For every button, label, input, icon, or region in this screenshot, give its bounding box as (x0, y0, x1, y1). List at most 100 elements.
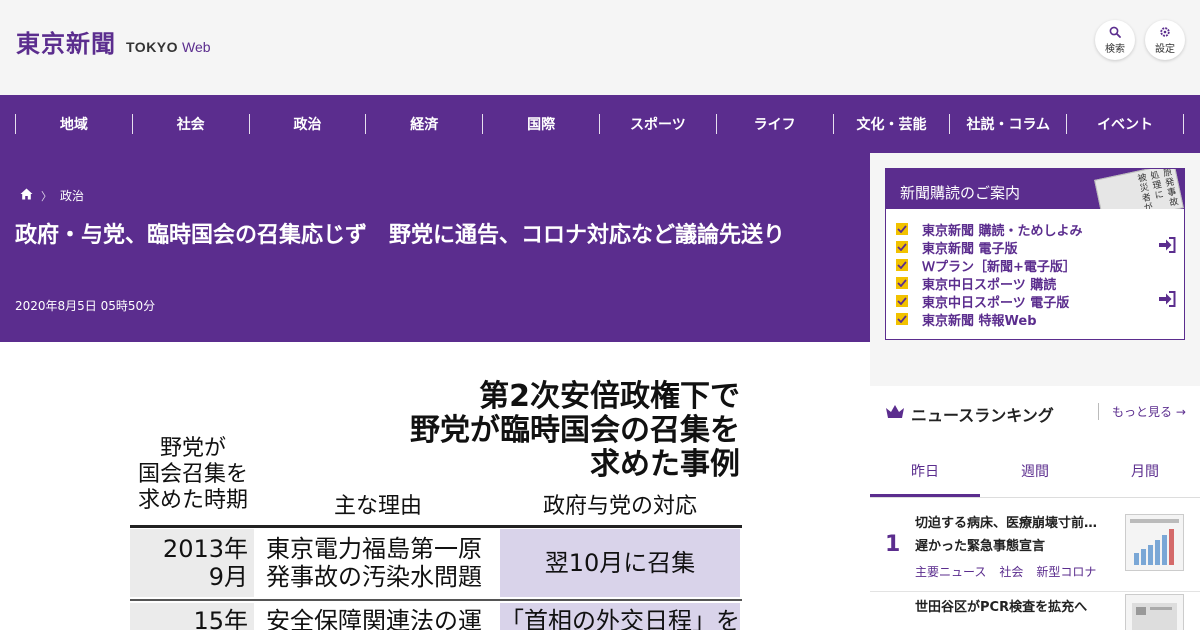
subscription-item[interactable]: 東京新聞 特報Web (896, 310, 1184, 329)
subscription-item-label: 東京新聞 購読・ためしよみ (922, 223, 1083, 239)
settings-label: 設定 (1155, 43, 1175, 55)
subscription-item-label: Ｗプラン［新聞+電子版］ (922, 259, 1076, 275)
figure-colhead-period-line-3: 求めた時期 (137, 488, 248, 513)
check-icon (896, 259, 908, 271)
article-header: 〉 政治 政府・与党、臨時国会の召集応じず 野党に通告、コロナ対応など議論先送り… (0, 153, 870, 342)
crown-icon (885, 404, 905, 424)
tab-weekly[interactable]: 週間 (980, 454, 1090, 497)
subscription-item[interactable]: 東京中日スポーツ 購読 (896, 274, 1184, 293)
home-icon[interactable] (20, 188, 33, 203)
ranking-item-title: 世田谷区がPCR検査を拡充へ (915, 600, 1088, 615)
search-icon (1109, 26, 1121, 38)
nav-item-economy[interactable]: 経済 (365, 114, 482, 134)
breadcrumb-politics[interactable]: 政治 (60, 187, 84, 204)
figure-colhead-response: 政府与党の対応 (542, 494, 697, 519)
figure-row-1-response: 翌10月に召集 (500, 529, 740, 597)
subscription-item[interactable]: 東京中日スポーツ 電子版 (896, 291, 1184, 311)
ranking-more-label: もっと見る (1112, 405, 1173, 419)
check-icon (896, 223, 908, 235)
tab-monthly[interactable]: 月間 (1090, 454, 1200, 497)
sidebar: 新聞購読のご案内 原発事故処理に 被災者が 東京新聞 購読・ためしよみ 東京新聞… (870, 153, 1200, 630)
breadcrumb: 〉 政治 (20, 187, 84, 204)
figure-row-2-year: 15年 (130, 603, 254, 630)
ranking-more-link[interactable]: もっと見る → (1098, 403, 1186, 420)
nav-item-culture[interactable]: 文化・芸能 (832, 114, 950, 134)
ranking-item[interactable]: 世田谷区がPCR検査を拡充へ (870, 594, 1200, 630)
figure-title-line-2: 野党が臨時国会の召集を (410, 413, 740, 448)
nav-item-international[interactable]: 国際 (482, 114, 599, 134)
figure-colhead-reason: 主な理由 (333, 494, 422, 519)
figure-colhead-period-line-1: 野党が (159, 436, 226, 461)
site-logo[interactable]: 東京新聞 TOKYO Web (16, 24, 211, 59)
nav-item-sports[interactable]: スポーツ (598, 114, 716, 134)
ranking-item-title-line-1: 切迫する病床、医療崩壊寸前… (915, 516, 1098, 531)
subscription-item-label: 東京中日スポーツ 購読 (922, 277, 1057, 293)
ranking-thumbnail (1125, 514, 1184, 571)
ranking-item-title-line-2: 遅かった緊急事態宣言 (915, 539, 1046, 554)
article-image: 第2次安倍政権下で 野党が臨時国会の召集を 求めた事例 野党が 国会召集を 求め… (130, 370, 742, 630)
figure-header-rule (130, 525, 742, 528)
subscription-item-label: 東京新聞 特報Web (922, 313, 1037, 329)
ranking-box: ニュースランキング もっと見る → 昨日 週間 月間 1 切迫する病床、医療崩壊… (870, 386, 1200, 630)
check-icon (896, 295, 908, 307)
article-title: 政府・与党、臨時国会の召集応じず 野党に通告、コロナ対応など議論先送り (15, 223, 786, 248)
nav-item-editorial[interactable]: 社説・コラム (949, 114, 1066, 134)
subscription-item[interactable]: Ｗプラン［新聞+電子版］ (896, 256, 1184, 275)
figure-row-1-year-line-2: 9月 (208, 563, 248, 591)
figure-title-line-3: 求めた事例 (590, 447, 740, 482)
breadcrumb-separator: 〉 (41, 189, 52, 203)
ranking-number: 1 (885, 532, 901, 557)
subscription-item[interactable]: 東京新聞 電子版 (896, 237, 1184, 257)
nav-item-events[interactable]: イベント (1066, 114, 1184, 134)
ranking-tabs: 昨日 週間 月間 (870, 454, 1200, 498)
ranking-item[interactable]: 1 切迫する病床、医療崩壊寸前… 遅かった緊急事態宣言 主要ニュース 社会 新型… (870, 498, 1200, 592)
logo-web: Web (182, 39, 211, 55)
logo-japanese: 東京新聞 (16, 29, 116, 58)
figure-row-1-year: 2013年 9月 (130, 529, 254, 597)
subscription-item-label: 東京新聞 電子版 (922, 241, 1018, 257)
ranking-header: ニュースランキング (885, 402, 1054, 426)
site-header: 東京新聞 TOKYO Web 検索 設定 (0, 0, 1200, 95)
figure-row-1-year-line-1: 2013年 (162, 535, 248, 563)
figure-colhead-period: 野党が 国会召集を 求めた時期 (130, 436, 256, 514)
check-icon (896, 313, 908, 325)
tag-link[interactable]: 新型コロナ (1036, 563, 1096, 580)
tab-yesterday[interactable]: 昨日 (870, 454, 980, 497)
login-icon[interactable] (1158, 237, 1176, 257)
subscription-header: 新聞購読のご案内 原発事故処理に 被災者が (886, 169, 1184, 209)
tag-link[interactable]: 主要ニュース (915, 563, 986, 580)
figure-row-1-reason: 東京電力福島第一原 発事故の汚染水問題 (258, 529, 496, 597)
figure-row-2-reason: 安全保障関連法の運 (258, 603, 496, 630)
tag-link[interactable]: 社会 (999, 563, 1023, 580)
figure-row-2-response: 「首相の外交日程」を (500, 603, 740, 630)
search-label: 検索 (1105, 43, 1125, 55)
settings-button[interactable]: 設定 (1145, 20, 1185, 60)
article-date: 2020年8月5日 05時50分 (15, 299, 156, 313)
check-icon (896, 277, 908, 289)
subscription-item-label: 東京中日スポーツ 電子版 (922, 295, 1070, 311)
ranking-title: ニュースランキング (911, 406, 1054, 425)
newspaper-image: 原発事故処理に 被災者が (1094, 169, 1184, 209)
ranking-item-tags: 主要ニュース 社会 新型コロナ (915, 563, 1096, 580)
figure-colhead-period-line-2: 国会召集を (137, 462, 248, 487)
subscription-box: 新聞購読のご案内 原発事故処理に 被災者が 東京新聞 購読・ためしよみ 東京新聞… (885, 168, 1185, 340)
subscription-item[interactable]: 東京新聞 購読・ためしよみ (896, 220, 1184, 239)
subscription-list: 東京新聞 購読・ためしよみ 東京新聞 電子版 Ｗプラン［新聞+電子版］ 東京中日… (886, 209, 1184, 329)
figure-row-1-reason-line-1: 東京電力福島第一原 (266, 535, 482, 563)
figure-row-rule (130, 599, 742, 601)
gear-icon (1159, 26, 1171, 38)
figure-row-1-reason-line-2: 発事故の汚染水問題 (266, 563, 482, 591)
arrow-right-icon: → (1175, 405, 1186, 419)
logo-tokyo: TOKYO (126, 39, 179, 55)
nav-item-politics[interactable]: 政治 (248, 114, 366, 134)
check-icon (896, 241, 908, 253)
ranking-thumbnail (1125, 594, 1184, 630)
nav-item-life[interactable]: ライフ (715, 114, 833, 134)
nav-item-region[interactable]: 地域 (15, 114, 132, 134)
search-button[interactable]: 検索 (1095, 20, 1135, 60)
subscription-title: 新聞購読のご案内 (900, 184, 1021, 202)
nav-item-society[interactable]: 社会 (131, 114, 249, 134)
main-nav: 地域 社会 政治 経済 国際 スポーツ ライフ 文化・芸能 社説・コラム イベン… (0, 95, 1200, 153)
ranking-item-title: 切迫する病床、医療崩壊寸前… 遅かった緊急事態宣言 (915, 512, 1115, 558)
login-icon[interactable] (1158, 291, 1176, 311)
